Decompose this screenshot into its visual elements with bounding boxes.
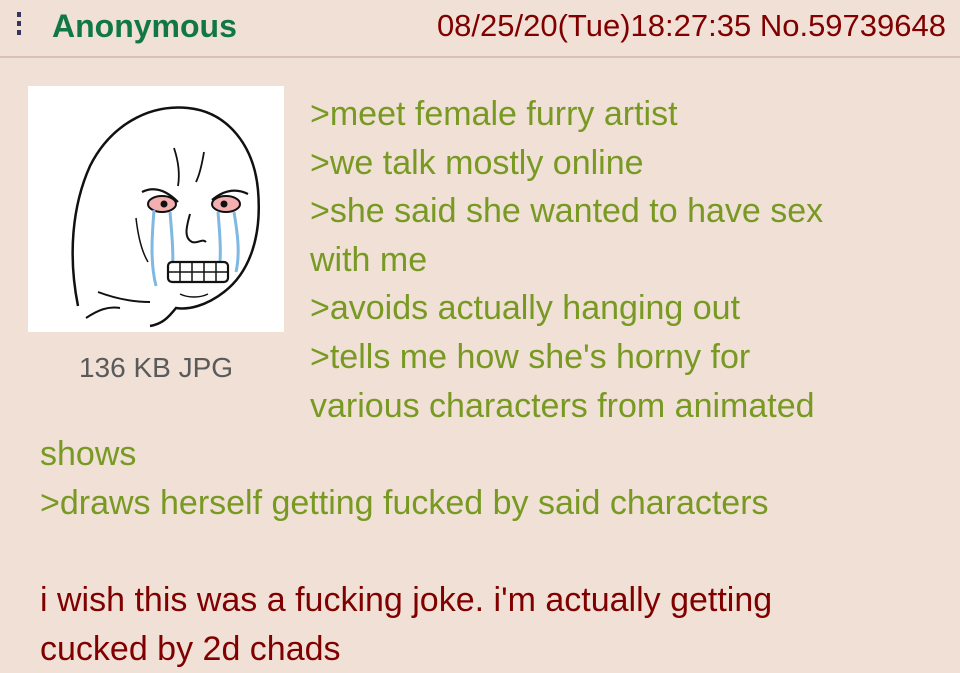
- post-container: Anonymous 08/25/20(Tue)18:27:35 No.59739…: [0, 0, 960, 672]
- post-number[interactable]: No.59739648: [760, 8, 946, 43]
- thumbnail-spacer: [40, 90, 310, 430]
- post-meta: 08/25/20(Tue)18:27:35 No.59739648: [437, 6, 946, 46]
- poster-name: Anonymous: [52, 8, 237, 44]
- line-break: [40, 527, 940, 576]
- post-datetime: 08/25/20(Tue)18:27:35: [436, 8, 752, 43]
- post-header: Anonymous 08/25/20(Tue)18:27:35 No.59739…: [0, 0, 960, 58]
- message-line: i wish this was a fucking joke. i'm actu…: [40, 580, 773, 619]
- post-menu-icon[interactable]: [16, 12, 22, 42]
- greentext-line: shows: [40, 435, 137, 474]
- post-message: >meet female furry artist >we talk mostl…: [40, 90, 940, 673]
- message-line: cucked by 2d chads: [40, 629, 341, 668]
- greentext-line: >draws herself getting fucked by said ch…: [40, 483, 769, 522]
